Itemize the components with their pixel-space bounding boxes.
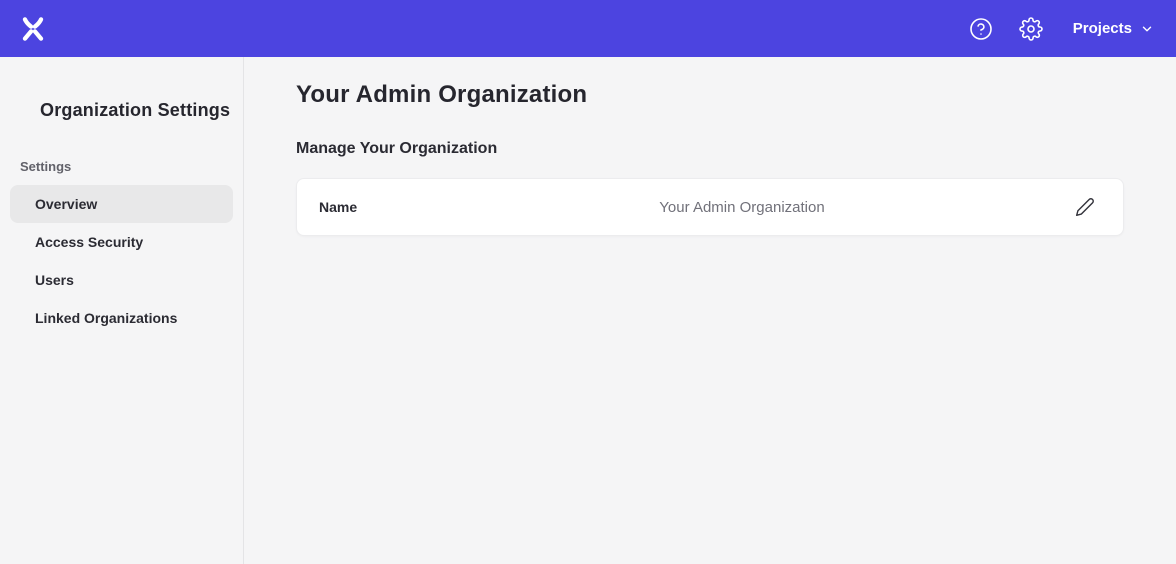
help-button[interactable] [963, 11, 999, 47]
edit-name-button[interactable] [1069, 191, 1101, 223]
settings-button[interactable] [1013, 11, 1049, 47]
projects-menu-button[interactable]: Projects [1071, 14, 1156, 43]
x-logo-icon [18, 14, 48, 44]
sidebar-section-label: Settings [20, 159, 243, 174]
organization-name-value: Your Admin Organization [415, 199, 1069, 216]
name-field-label: Name [319, 199, 415, 215]
sidebar-title: Organization Settings [40, 100, 243, 121]
pencil-icon [1075, 197, 1095, 217]
app-logo[interactable] [18, 14, 48, 44]
settings-sidebar: Organization Settings Settings Overview … [0, 57, 244, 564]
section-title: Manage Your Organization [296, 140, 1124, 158]
top-navigation-bar: Projects [0, 0, 1176, 57]
main-content: Your Admin Organization Manage Your Orga… [244, 57, 1176, 564]
gear-icon [1019, 17, 1043, 41]
sidebar-item-users[interactable]: Users [10, 261, 233, 299]
organization-name-row: Name Your Admin Organization [296, 178, 1124, 236]
page-title: Your Admin Organization [296, 81, 1124, 109]
sidebar-item-overview[interactable]: Overview [10, 185, 233, 223]
sidebar-item-linked-organizations[interactable]: Linked Organizations [10, 299, 233, 337]
sidebar-nav: Overview Access Security Users Linked Or… [0, 185, 243, 337]
projects-menu-label: Projects [1073, 20, 1132, 37]
chevron-down-icon [1140, 22, 1154, 36]
sidebar-item-access-security[interactable]: Access Security [10, 223, 233, 261]
help-circle-icon [969, 17, 993, 41]
